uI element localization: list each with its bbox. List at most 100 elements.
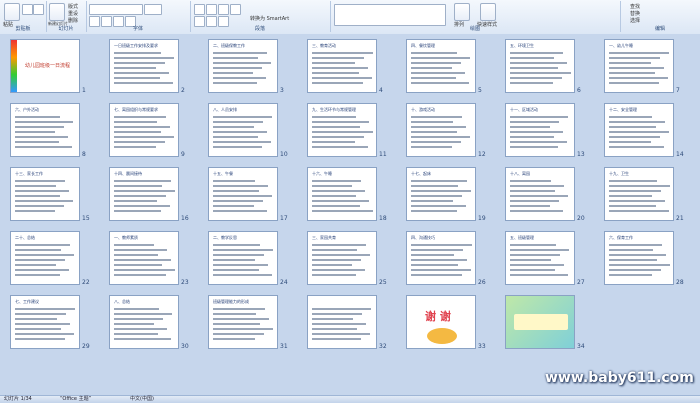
text-line	[213, 180, 255, 182]
text-line	[609, 57, 660, 59]
text-line	[15, 185, 56, 187]
text-line	[114, 328, 167, 330]
slide-thumbnail[interactable]: 十三、家长工作	[10, 167, 80, 221]
slide-thumbnail[interactable]: 七、工作建议	[10, 295, 80, 349]
arrange-button[interactable]	[454, 3, 470, 21]
text-line	[312, 249, 357, 251]
layout-button[interactable]: 版式	[68, 3, 78, 10]
text-line	[510, 141, 567, 143]
slide-number: 2	[181, 87, 185, 94]
convert-smartart-button[interactable]: 转换为 SmartArt	[250, 15, 289, 22]
shapes-gallery[interactable]	[334, 4, 446, 26]
cartoon-image	[427, 328, 457, 344]
slide-thumbnail[interactable]: 一、教师素质	[109, 231, 179, 285]
slide-thumbnail[interactable]: 一、幼儿午睡	[604, 39, 674, 93]
numbering-icon[interactable]	[206, 4, 217, 15]
slide-thumbnail[interactable]: 班级管理能力的形成	[208, 295, 278, 349]
slide-title: 十七、起床	[411, 171, 431, 176]
slide-thumbnail[interactable]: 二十、总结	[10, 231, 80, 285]
group-label-editing: 编辑	[654, 26, 665, 32]
slide-thumbnail[interactable]: 十四、晨间接待	[109, 167, 179, 221]
slide-thumbnail[interactable]: 十六、午睡	[307, 167, 377, 221]
slide-thumbnail[interactable]: 十二、安全管理	[604, 103, 674, 157]
paste-button[interactable]	[4, 3, 20, 21]
text-line	[411, 205, 466, 207]
slide-thumbnail[interactable]	[505, 295, 575, 349]
text-line	[411, 126, 466, 128]
slide-number: 16	[181, 215, 189, 222]
slide-thumbnail[interactable]: 五、班级管理	[505, 231, 575, 285]
replace-button[interactable]: 替换	[630, 10, 640, 17]
text-line	[510, 249, 569, 251]
slide-thumbnail[interactable]: 六、保育工作	[604, 231, 674, 285]
text-line	[312, 82, 363, 84]
text-line	[15, 313, 66, 315]
slide-thumbnail[interactable]: 十九、卫生	[604, 167, 674, 221]
slide-thumbnail[interactable]: 四、餐饮管理	[406, 39, 476, 93]
slide-number: 6	[577, 87, 581, 94]
slide-number: 1	[82, 87, 86, 94]
text-line	[312, 121, 369, 123]
text-line	[510, 259, 551, 261]
slide-thumbnail[interactable]: 十七、起床	[406, 167, 476, 221]
slide-thumbnail[interactable]: 十一、区域活动	[505, 103, 575, 157]
slide-thumbnail[interactable]: 六、户外活动	[10, 103, 80, 157]
font-name-select[interactable]	[89, 4, 143, 15]
slide-number: 15	[82, 215, 90, 222]
text-line	[312, 328, 357, 330]
slide-thumbnail[interactable]: 八、人员安排	[208, 103, 278, 157]
slide-thumbnail[interactable]: 十、游戏活动	[406, 103, 476, 157]
text-line	[213, 333, 264, 335]
quick-styles-button[interactable]	[480, 3, 496, 21]
slide-thumbnail[interactable]: 八、总结	[109, 295, 179, 349]
text-line	[213, 264, 268, 266]
slide-title: 十九、卫生	[609, 171, 629, 176]
slide-thumbnail[interactable]: 幼儿园班级一日流程	[10, 39, 80, 93]
text-line	[114, 146, 156, 148]
slide-title: 五、环境卫生	[510, 43, 534, 48]
text-line	[312, 116, 356, 118]
text-line	[213, 141, 271, 143]
site-watermark: www.baby611.com	[545, 370, 694, 386]
text-line	[312, 205, 360, 207]
font-size-select[interactable]	[144, 4, 162, 15]
text-line	[114, 195, 166, 197]
slide-thumbnail[interactable]: 谢 谢	[406, 295, 476, 349]
text-line	[213, 274, 272, 276]
bullets-icon[interactable]	[194, 4, 205, 15]
cut-icon[interactable]	[22, 4, 33, 15]
slide-thumbnail[interactable]: 五、环境卫生	[505, 39, 575, 93]
new-slide-button[interactable]	[49, 3, 65, 21]
slide-thumbnail[interactable]: 十八、离园	[505, 167, 575, 221]
slide-title: 十四、晨间接待	[114, 171, 142, 176]
text-line	[114, 210, 161, 212]
select-button[interactable]: 选择	[630, 17, 640, 24]
slide-number: 31	[280, 343, 288, 350]
text-line	[114, 249, 167, 251]
reset-button[interactable]: 重设	[68, 10, 78, 17]
text-line	[609, 180, 657, 182]
slide-thumbnail[interactable]: 三、教育活动	[307, 39, 377, 93]
text-line	[312, 126, 360, 128]
slide-thumbnail[interactable]: 四、沟通技巧	[406, 231, 476, 285]
text-line	[609, 190, 661, 192]
increase-indent-icon[interactable]	[230, 4, 241, 15]
copy-icon[interactable]	[33, 4, 44, 15]
text-line	[213, 72, 253, 74]
text-line	[114, 190, 175, 192]
text-line	[411, 77, 456, 79]
text-line	[510, 72, 571, 74]
slide-thumbnail[interactable]: 一日班级工作安排及要求	[109, 39, 179, 93]
slide-thumbnail[interactable]: 三、家园共育	[307, 231, 377, 285]
slide-thumbnail[interactable]: 二、教学反思	[208, 231, 278, 285]
text-line	[15, 190, 69, 192]
decrease-indent-icon[interactable]	[218, 4, 229, 15]
text-line	[15, 205, 64, 207]
slide-thumbnail[interactable]: 十五、午餐	[208, 167, 278, 221]
delete-button[interactable]: 删除	[68, 17, 78, 24]
find-button[interactable]: 查找	[630, 3, 640, 10]
slide-thumbnail[interactable]: 九、生活环节与常规管理	[307, 103, 377, 157]
slide-thumbnail[interactable]: 七、离园组织与常规要求	[109, 103, 179, 157]
slide-thumbnail[interactable]: 二、班级保教工作	[208, 39, 278, 93]
slide-thumbnail[interactable]	[307, 295, 377, 349]
